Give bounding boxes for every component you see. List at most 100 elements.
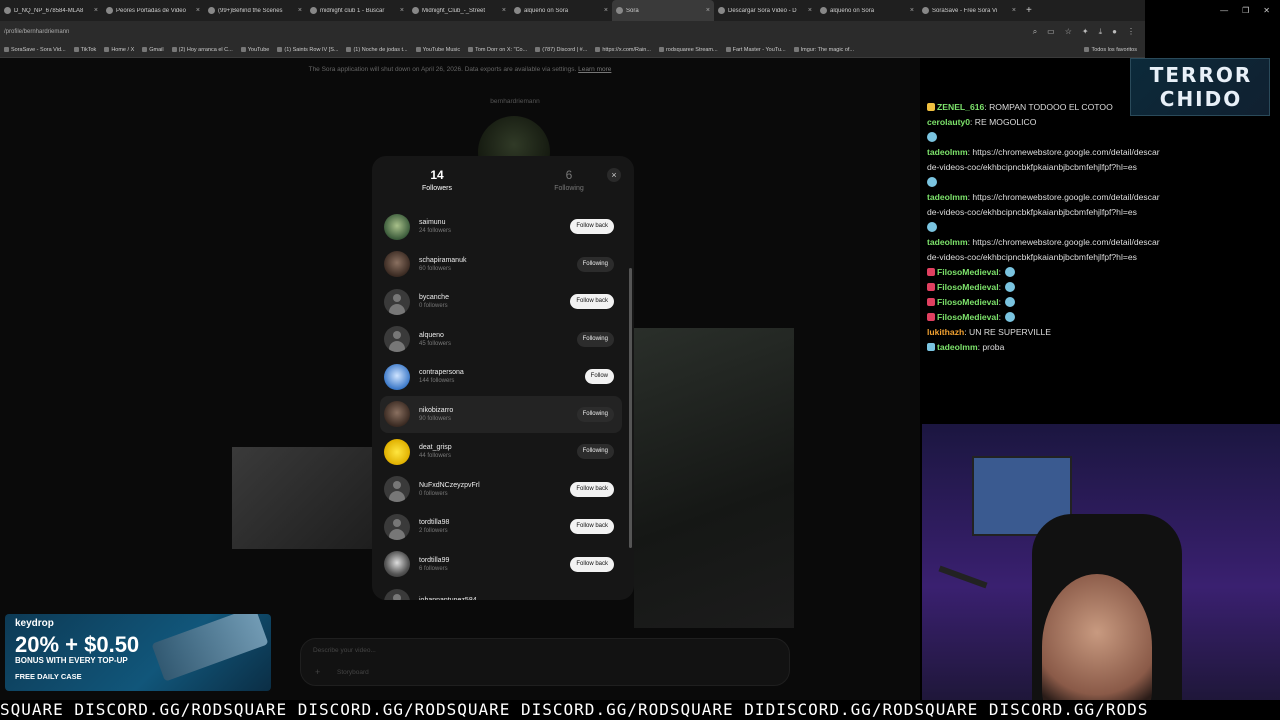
- avatar[interactable]: [384, 438, 410, 465]
- bookmark-item[interactable]: (1) Noche de jodas t...: [346, 47, 408, 53]
- chat-username[interactable]: tadeolmm: [927, 147, 968, 157]
- bookmark-item[interactable]: Imgur: The magic of...: [793, 47, 854, 53]
- follow-button[interactable]: Follow back: [570, 556, 614, 572]
- avatar[interactable]: [384, 213, 410, 240]
- video-thumbnail[interactable]: [634, 328, 794, 628]
- avatar[interactable]: [384, 288, 410, 315]
- avatar[interactable]: [384, 551, 410, 578]
- follow-button[interactable]: Follow back: [570, 519, 614, 535]
- bookmark-item[interactable]: Fart Master - YouTu...: [725, 47, 786, 53]
- browser-tab[interactable]: Midnight_Club_-_Street ×: [408, 0, 510, 21]
- menu-icon[interactable]: ⋮: [1127, 27, 1135, 37]
- all-bookmarks-folder[interactable]: Todos los favoritos: [1084, 47, 1137, 53]
- follow-button[interactable]: Follow back: [570, 219, 614, 235]
- bookmark-item[interactable]: YouTube Music: [415, 47, 460, 53]
- storyboard-button[interactable]: Storyboard: [337, 669, 369, 676]
- avatar[interactable]: [384, 588, 410, 600]
- browser-tab[interactable]: D_NQ_NP_678584-MLA8 ×: [0, 0, 102, 21]
- follow-button[interactable]: Following: [576, 256, 614, 272]
- browser-tab[interactable]: midnight club 1 - Buscar ×: [306, 0, 408, 21]
- follow-button[interactable]: Follow back: [570, 294, 614, 310]
- minimize-button[interactable]: —: [1220, 6, 1228, 15]
- bookmark-item[interactable]: YouTube: [240, 47, 269, 53]
- follower-row[interactable]: deat_grisp 44 followers Following: [380, 433, 622, 471]
- tab-close-icon[interactable]: ×: [400, 7, 404, 14]
- banner-learn-more-link[interactable]: Learn more: [578, 66, 611, 73]
- follower-row[interactable]: nikobizarro 90 followers Following: [380, 395, 622, 433]
- profile-icon[interactable]: ●: [1112, 27, 1117, 37]
- follower-row[interactable]: johannantunez584: [380, 583, 622, 600]
- avatar[interactable]: [384, 326, 410, 353]
- follower-row[interactable]: saimunu 24 followers Follow back: [380, 208, 622, 246]
- follow-button[interactable]: Following: [576, 444, 614, 460]
- tab-close-icon[interactable]: ×: [94, 7, 98, 14]
- bookmark-item[interactable]: (1) Saints Row IV [S...: [277, 47, 338, 53]
- browser-tab[interactable]: Peores Portadas de Video ×: [102, 0, 204, 21]
- follower-row[interactable]: alqueno 45 followers Following: [380, 321, 622, 359]
- tab-close-icon[interactable]: ×: [910, 7, 914, 14]
- chat-username[interactable]: tadeolmm: [927, 192, 968, 202]
- bookmark-item[interactable]: Gmail: [142, 47, 164, 53]
- close-window-button[interactable]: ✕: [1263, 6, 1270, 15]
- bookmark-item[interactable]: (787) Discord | #...: [535, 47, 587, 53]
- avatar[interactable]: [384, 476, 410, 503]
- download-icon[interactable]: ⤓: [1099, 27, 1103, 37]
- follower-row[interactable]: bycanche 0 followers Follow back: [380, 283, 622, 321]
- url-text[interactable]: /profile/bernhardriemann: [4, 29, 1033, 35]
- bookmark-item[interactable]: TikTok: [73, 47, 96, 53]
- bookmark-item[interactable]: Tom Dorr on X: "Co...: [468, 47, 527, 53]
- avatar[interactable]: [384, 363, 410, 390]
- avatar[interactable]: [384, 401, 410, 428]
- address-bar[interactable]: /profile/bernhardriemann ⌕ ▭ ☆ ✦ ⤓ ● ⋮: [0, 21, 1145, 42]
- bookmark-item[interactable]: Home / X: [104, 47, 134, 53]
- chat-username[interactable]: FilosoMedieval: [937, 297, 999, 307]
- browser-tab[interactable]: alqueno on Sora ×: [816, 0, 918, 21]
- video-thumbnail[interactable]: [232, 447, 372, 549]
- chat-username[interactable]: FilosoMedieval: [937, 312, 999, 322]
- follower-row[interactable]: tordtilla99 6 followers Follow back: [380, 546, 622, 584]
- tab-close-icon[interactable]: ×: [298, 7, 302, 14]
- tab-close-icon[interactable]: ×: [196, 7, 200, 14]
- follower-row[interactable]: contrapersona 144 followers Follow: [380, 358, 622, 396]
- chat-username[interactable]: ZENEL_616: [937, 102, 984, 112]
- browser-tab[interactable]: Descargar Sora Video - D ×: [714, 0, 816, 21]
- avatar[interactable]: [384, 513, 410, 540]
- bookmark-item[interactable]: SoraSave - Sora Vid...: [4, 47, 66, 53]
- avatar[interactable]: [384, 251, 410, 278]
- star-icon[interactable]: ☆: [1065, 27, 1072, 37]
- browser-tab[interactable]: SoraSave - Free Sora Vi ×: [918, 0, 1020, 21]
- list-scrollbar[interactable]: [629, 268, 632, 548]
- bookmark-item[interactable]: rodsquaree Stream...: [658, 47, 718, 53]
- follower-row[interactable]: tordtilla98 2 followers Follow back: [380, 508, 622, 546]
- browser-tab[interactable]: alqueno on Sora ×: [510, 0, 612, 21]
- tab-followers[interactable]: 14 Followers: [392, 168, 482, 192]
- maximize-button[interactable]: ❐: [1242, 6, 1249, 15]
- tab-close-icon[interactable]: ×: [706, 7, 710, 14]
- chat-username[interactable]: FilosoMedieval: [937, 282, 999, 292]
- chat-username[interactable]: lukithazh: [927, 327, 964, 337]
- tab-close-icon[interactable]: ×: [604, 7, 608, 14]
- follow-button[interactable]: Following: [576, 406, 614, 422]
- tab-close-icon[interactable]: ×: [808, 7, 812, 14]
- add-media-button[interactable]: +: [315, 667, 320, 677]
- chat-username[interactable]: FilosoMedieval: [937, 267, 999, 277]
- follow-button[interactable]: Follow: [584, 369, 614, 385]
- prompt-box[interactable]: Describe your video... + Storyboard: [300, 638, 790, 686]
- chat-username[interactable]: tadeolmm: [927, 237, 968, 247]
- bookmark-item[interactable]: https://x.com/Rain...: [595, 47, 651, 53]
- tab-close-icon[interactable]: ×: [502, 7, 506, 14]
- chat-username[interactable]: tadeolmm: [937, 342, 978, 352]
- browser-tab[interactable]: (99+)Behind the Scenes ×: [204, 0, 306, 21]
- new-tab-button[interactable]: +: [1026, 5, 1032, 16]
- follow-button[interactable]: Following: [576, 331, 614, 347]
- follower-row[interactable]: NuFxdNCzeyzpvFrl 0 followers Follow back: [380, 471, 622, 509]
- browser-tab[interactable]: Sora ×: [612, 0, 714, 21]
- bookmark-item[interactable]: (2) Hoy arranca el C...: [171, 47, 233, 53]
- tab-close-icon[interactable]: ×: [1012, 7, 1016, 14]
- zoom-icon[interactable]: ⌕: [1033, 27, 1037, 37]
- follower-row[interactable]: schapiramanuk 60 followers Following: [380, 246, 622, 284]
- username[interactable]: johannantunez584: [419, 597, 622, 600]
- chat-username[interactable]: cerolauty0: [927, 117, 970, 127]
- follow-button[interactable]: Follow back: [570, 481, 614, 497]
- tab-following[interactable]: 6 Following: [524, 168, 614, 192]
